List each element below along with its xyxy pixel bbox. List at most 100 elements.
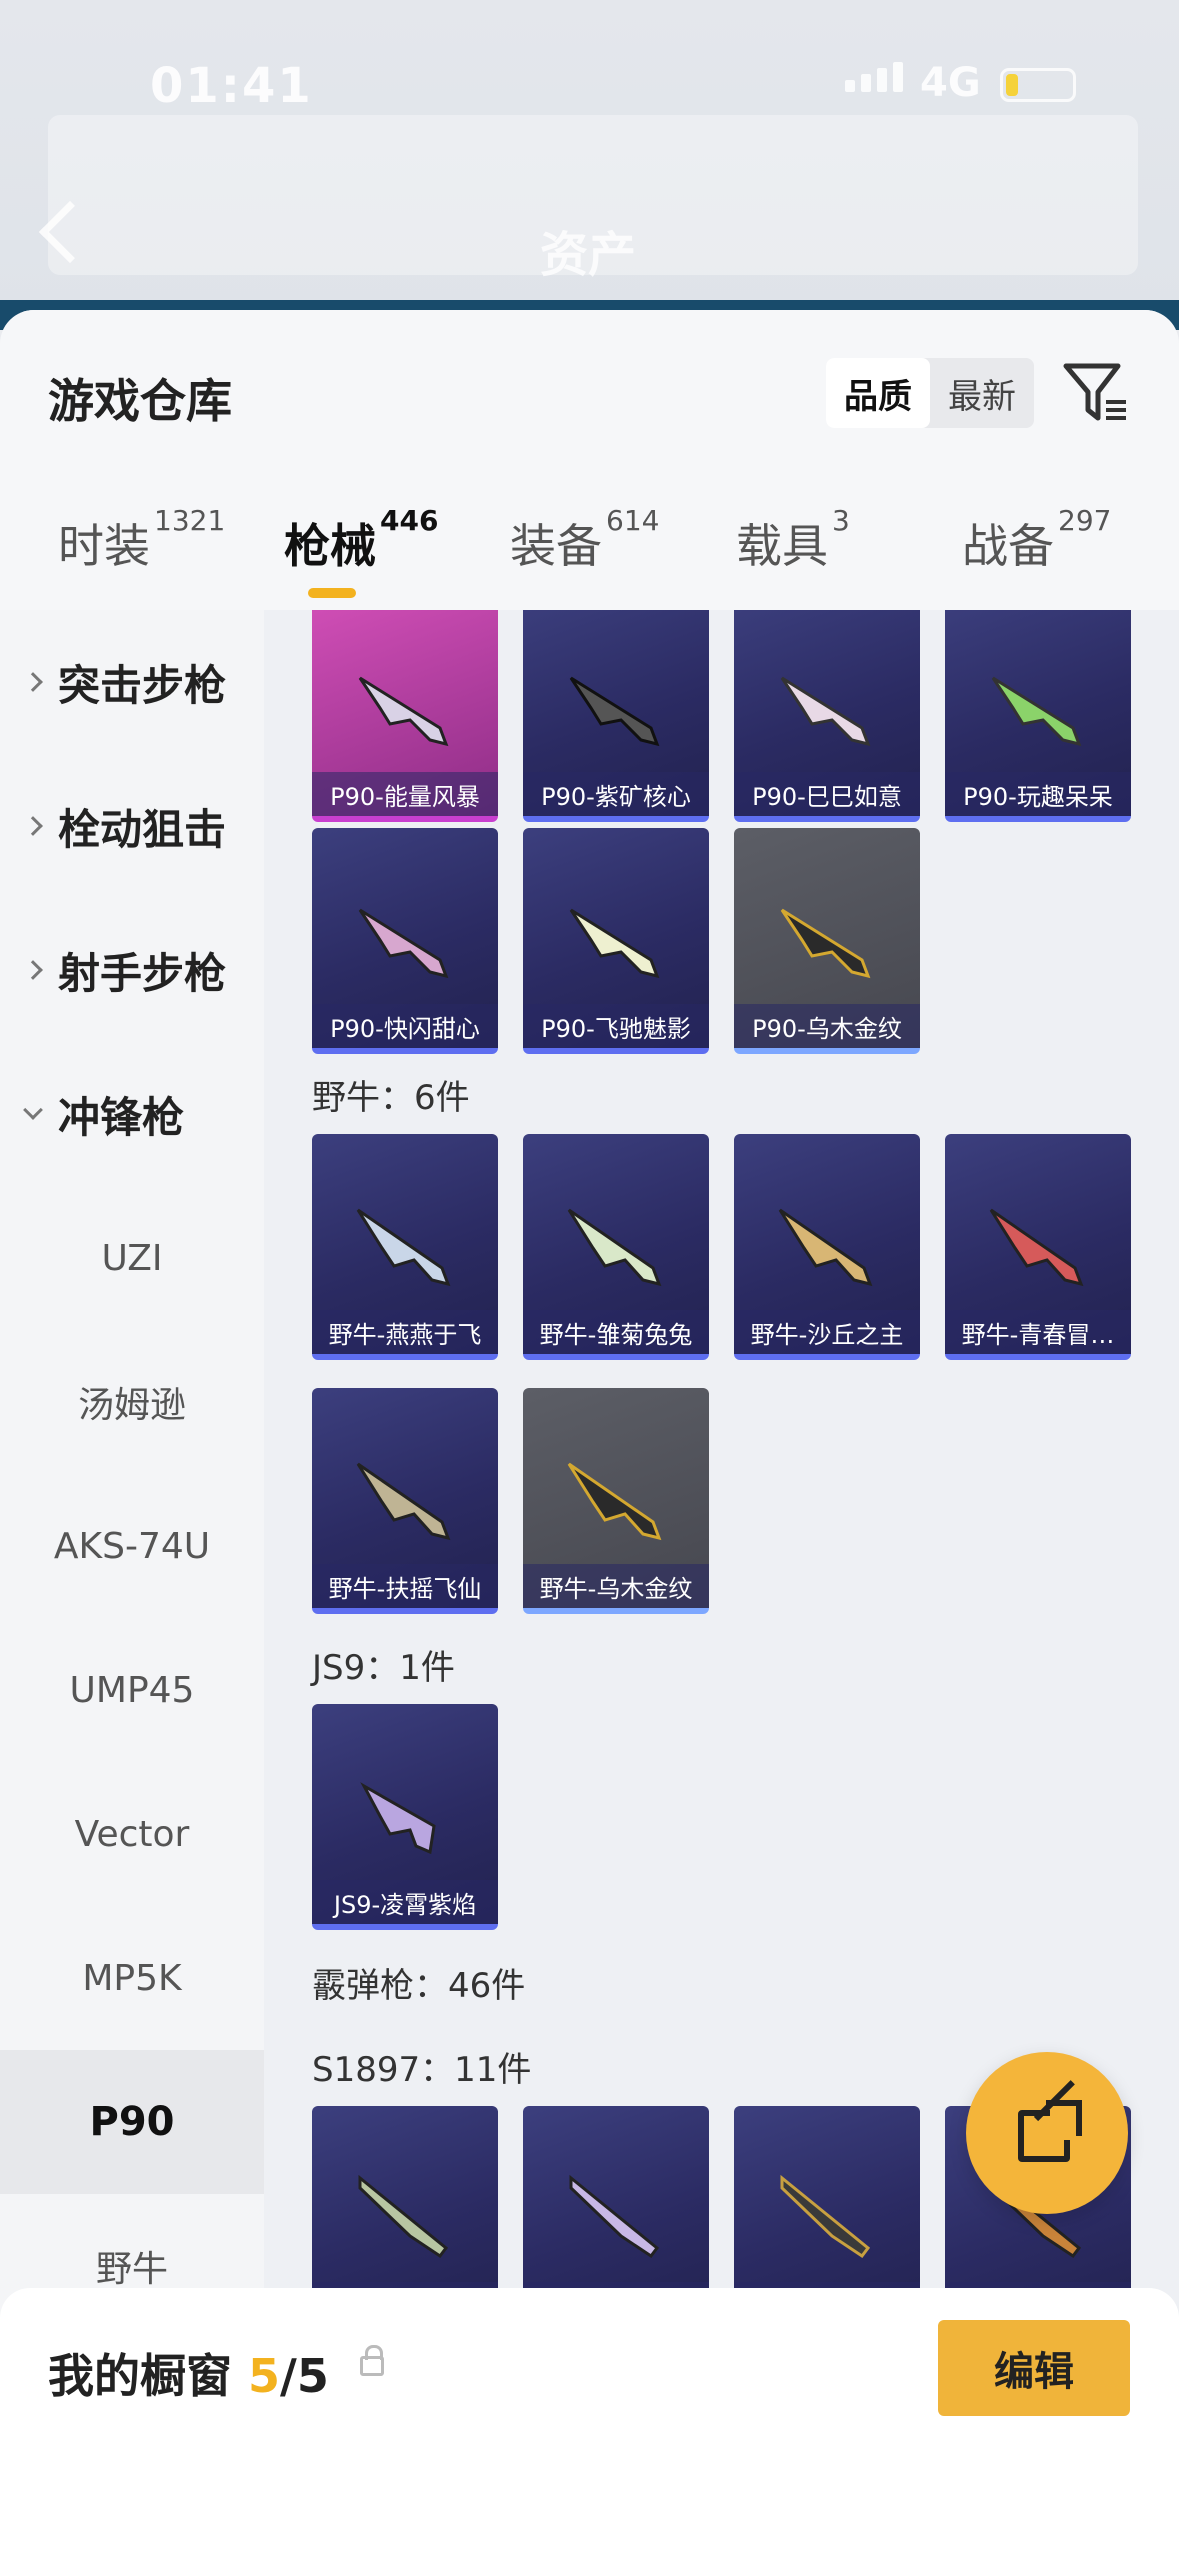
network-type: 4G — [920, 60, 981, 106]
item-label: P90-紫矿核心 — [523, 772, 709, 816]
gun-icon — [780, 676, 871, 747]
item-card[interactable]: 野牛-雏菊兔兔 — [523, 1134, 709, 1360]
gun-icon — [569, 2174, 660, 2259]
tab-count: 3 — [832, 504, 850, 537]
gun-icon — [780, 908, 871, 979]
tab-label: 枪械 — [284, 519, 376, 573]
tab-label: 装备 — [510, 519, 602, 573]
category-tabs: 时装 1321 枪械 446 装备 614 载具 3 战备 297 — [0, 500, 1179, 610]
item-card[interactable]: 野牛-扶摇飞仙 — [312, 1388, 498, 1614]
item-card[interactable]: P90-飞驰魅影 — [523, 828, 709, 1054]
panel-header: 游戏仓库 品质 最新 时装 1321 枪械 446 装备 614 载具 3 战备 297 — [0, 310, 1179, 610]
item-label: 野牛-扶摇飞仙 — [312, 1564, 498, 1608]
lock-icon[interactable] — [360, 2345, 384, 2376]
sidebar-item-bolt-sniper[interactable]: 栓动狙击 — [0, 754, 264, 898]
item-label: 野牛-乌木金纹 — [523, 1564, 709, 1608]
sort-toggle: 品质 最新 — [826, 358, 1034, 428]
tab-count: 614 — [606, 504, 660, 537]
gun-icon — [356, 1208, 451, 1287]
sort-latest[interactable]: 最新 — [930, 358, 1034, 428]
sidebar-item-label: 栓动狙击 — [58, 804, 227, 854]
item-card[interactable]: P90-能量风暴 — [312, 610, 498, 822]
gun-icon — [360, 1782, 436, 1855]
sidebar-item-marksman-rifle[interactable]: 射手步枪 — [0, 898, 264, 1042]
battery-icon — [1000, 68, 1076, 102]
sidebar-item-assault-rifle[interactable]: 突击步枪 — [0, 610, 264, 754]
sidebar-sub-aks74u[interactable]: AKS-74U — [0, 1474, 264, 1618]
sidebar-item-label: 突击步枪 — [58, 660, 227, 710]
sidebar-sub-thompson[interactable]: 汤姆逊 — [0, 1330, 264, 1474]
item-card[interactable]: 野牛-燕燕于飞 — [312, 1134, 498, 1360]
panel-title: 游戏仓库 — [48, 374, 232, 428]
item-label: 野牛-沙丘之主 — [734, 1310, 920, 1354]
item-label: 野牛-燕燕于飞 — [312, 1310, 498, 1354]
status-bar: 01:41 4G 资产 — [0, 0, 1179, 310]
gun-icon — [356, 1462, 451, 1541]
item-label: P90-快闪甜心 — [312, 1004, 498, 1048]
gun-icon — [780, 2174, 871, 2259]
tab-supplies[interactable]: 战备 297 — [962, 504, 1111, 576]
item-label: 野牛-青春冒… — [945, 1310, 1131, 1354]
tab-vehicle[interactable]: 载具 3 — [736, 504, 850, 576]
gun-icon — [569, 908, 660, 979]
item-label: P90-能量风暴 — [312, 772, 498, 816]
showcase-total: /5 — [280, 2349, 329, 2403]
edit-button[interactable]: 编辑 — [938, 2320, 1130, 2416]
gun-icon — [989, 1208, 1084, 1287]
gun-icon — [358, 908, 449, 979]
group-title-s1897: S1897：11件 — [312, 2050, 532, 2090]
tab-count: 446 — [380, 504, 439, 537]
item-card[interactable]: 野牛-乌木金纹 — [523, 1388, 709, 1614]
tab-firearms[interactable]: 枪械 446 — [284, 504, 438, 576]
sidebar-item-label: 射手步枪 — [58, 948, 227, 998]
share-button[interactable] — [966, 2052, 1128, 2214]
item-label: JS9-凌霄紫焰 — [312, 1880, 498, 1924]
item-card[interactable]: P90-快闪甜心 — [312, 828, 498, 1054]
gun-icon — [358, 676, 449, 747]
item-label: P90-飞驰魅影 — [523, 1004, 709, 1048]
group-title-js9: JS9：1件 — [312, 1648, 455, 1688]
sidebar-sub-ump45[interactable]: UMP45 — [0, 1618, 264, 1762]
weapon-sidebar: 突击步枪 栓动狙击 射手步枪 冲锋枪 UZI 汤姆逊 AKS-74U UMP45… — [0, 610, 264, 2556]
gun-icon — [569, 676, 660, 747]
item-card[interactable]: P90-乌木金纹 — [734, 828, 920, 1054]
tab-costume[interactable]: 时装 1321 — [58, 504, 225, 576]
active-tab-indicator — [308, 588, 356, 598]
item-label: P90-巳巳如意 — [734, 772, 920, 816]
item-label: 野牛-雏菊兔兔 — [523, 1310, 709, 1354]
sidebar-sub-uzi[interactable]: UZI — [0, 1186, 264, 1330]
gun-icon — [991, 676, 1082, 747]
tab-equipment[interactable]: 装备 614 — [510, 504, 659, 576]
showcase-title: 我的橱窗 5/5 — [48, 2340, 329, 2406]
item-card[interactable]: 野牛-沙丘之主 — [734, 1134, 920, 1360]
item-label: P90-乌木金纹 — [734, 1004, 920, 1048]
sort-quality[interactable]: 品质 — [826, 358, 930, 428]
chevron-right-icon — [23, 816, 43, 836]
item-card[interactable]: P90-玩趣呆呆 — [945, 610, 1131, 822]
tab-count: 1321 — [154, 504, 226, 537]
chevron-down-icon — [23, 1100, 43, 1120]
sidebar-sub-p90[interactable]: P90 — [0, 2050, 264, 2194]
sidebar-sub-vector[interactable]: Vector — [0, 1762, 264, 1906]
showcase-count: 5 — [248, 2349, 281, 2403]
item-card[interactable]: JS9-凌霄紫焰 — [312, 1704, 498, 1930]
item-card[interactable]: 野牛-青春冒… — [945, 1134, 1131, 1360]
filter-icon[interactable] — [1062, 360, 1130, 426]
item-card[interactable]: P90-巳巳如意 — [734, 610, 920, 822]
tab-count: 297 — [1058, 504, 1112, 537]
status-time: 01:41 — [150, 58, 313, 114]
group-title-bison: 野牛：6件 — [312, 1078, 470, 1118]
warehouse-panel: 游戏仓库 品质 最新 时装 1321 枪械 446 装备 614 载具 3 战备 297 … — [0, 310, 1179, 2556]
chevron-right-icon — [23, 960, 43, 980]
item-label: P90-玩趣呆呆 — [945, 772, 1131, 816]
item-grid: P90-能量风暴 P90-紫矿核心 P90-巳巳如意 P90-玩趣呆呆 P90-… — [264, 610, 1179, 2556]
signal-icon — [845, 62, 903, 92]
gun-icon — [567, 1462, 662, 1541]
sidebar-item-label: 冲锋枪 — [58, 1092, 185, 1142]
item-card[interactable]: P90-紫矿核心 — [523, 610, 709, 822]
chevron-right-icon — [23, 672, 43, 692]
gun-icon — [358, 2174, 449, 2259]
showcase-title-text: 我的橱窗 — [48, 2349, 232, 2403]
sidebar-item-smg[interactable]: 冲锋枪 — [0, 1042, 264, 1186]
sidebar-sub-mp5k[interactable]: MP5K — [0, 1906, 264, 2050]
